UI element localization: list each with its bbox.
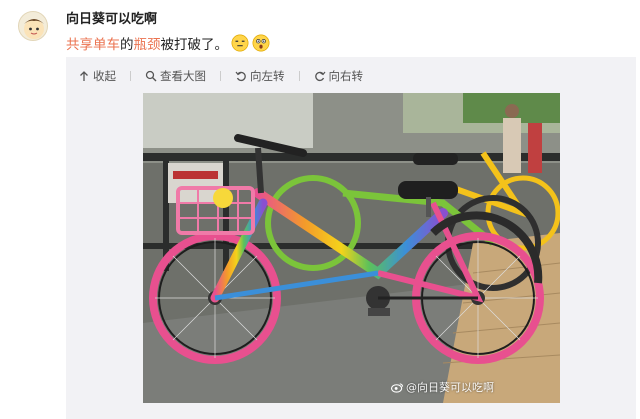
avatar[interactable] xyxy=(18,11,48,41)
arrow-up-icon xyxy=(80,71,88,81)
keyword-link[interactable]: 瓶颈 xyxy=(134,33,161,53)
post-text: 共享单车 的 瓶颈 被打破了。 xyxy=(66,33,270,53)
view-large-label: 查看大图 xyxy=(160,69,206,83)
view-large-button[interactable]: 查看大图 xyxy=(145,68,221,84)
rotate-left-button[interactable]: 向左转 xyxy=(235,68,300,84)
magnifier-icon xyxy=(145,70,157,82)
rotate-right-button[interactable]: 向右转 xyxy=(314,68,364,84)
post-text-rest: 被打破了。 xyxy=(160,37,229,53)
rotate-left-label: 向左转 xyxy=(250,69,285,83)
toolbar-divider xyxy=(130,71,131,81)
shared-bikes-photo xyxy=(143,93,560,403)
rotate-right-icon xyxy=(314,71,325,82)
weibo-post: 向日葵可以吃啊 共享单车 的 瓶颈 被打破了。 收起 查看大图 向左转 向右转 … xyxy=(0,0,640,419)
collapse-label: 收起 xyxy=(93,69,116,83)
media-expanded-panel: 收起 查看大图 向左转 向右转 @向日葵可以吃啊 xyxy=(66,57,636,419)
media-toolbar: 收起 查看大图 向左转 向右转 xyxy=(66,57,636,95)
toolbar-divider xyxy=(298,71,300,81)
collapse-button[interactable]: 收起 xyxy=(78,68,131,84)
rotate-right-label: 向右转 xyxy=(328,69,364,83)
avatar-face-icon xyxy=(24,19,44,39)
dizzy-face-emoji-icon xyxy=(231,34,249,52)
post-photo[interactable]: @向日葵可以吃啊 xyxy=(143,93,560,403)
toolbar-divider xyxy=(220,71,221,81)
post-text-mid: 的 xyxy=(120,37,134,53)
photo-watermark: @向日葵可以吃啊 xyxy=(391,379,494,395)
rotate-left-icon xyxy=(235,71,246,82)
watermark-text: @向日葵可以吃啊 xyxy=(406,381,494,394)
surprised-face-emoji-icon xyxy=(252,34,270,52)
weibo-logo-icon xyxy=(391,382,404,393)
topic-link[interactable]: 共享单车 xyxy=(66,33,120,53)
post-username[interactable]: 向日葵可以吃啊 xyxy=(66,8,157,27)
